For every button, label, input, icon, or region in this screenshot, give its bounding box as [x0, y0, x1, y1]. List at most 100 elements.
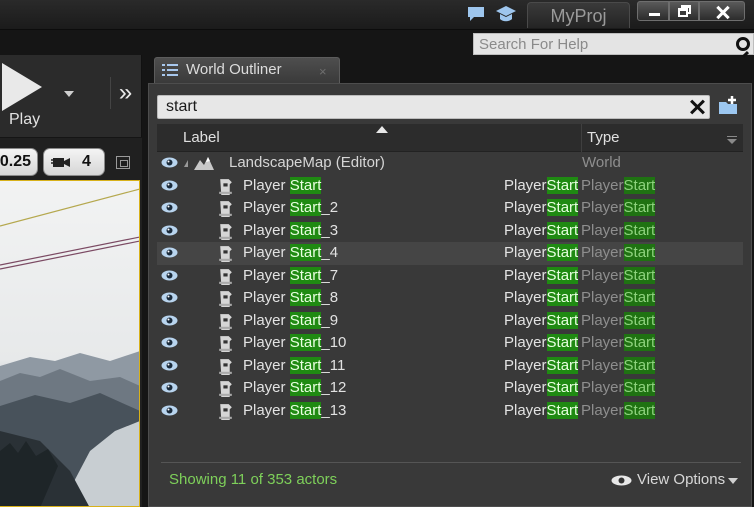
column-menu-icon[interactable] [727, 136, 737, 144]
actor-label-prefix: Player [243, 266, 290, 284]
visibility-eye-icon[interactable] [161, 315, 178, 326]
type-column-header[interactable]: Type [587, 129, 620, 146]
type-match-highlight: Start [546, 401, 579, 419]
actor-label-suffix: _9 [321, 311, 339, 329]
player-start-icon [219, 336, 232, 352]
actor-type: PlayerStart [504, 221, 579, 239]
class-prefix: Player [581, 221, 624, 239]
outliner-search-input[interactable] [166, 98, 666, 116]
play-options-dropdown[interactable] [64, 91, 74, 97]
actor-label: Player Start_10 [243, 334, 346, 351]
camera-icon [51, 158, 70, 167]
type-prefix: Player [504, 356, 547, 374]
minimize-button[interactable] [637, 1, 669, 21]
search-match-highlight: Start [289, 221, 322, 239]
help-search-input[interactable] [479, 35, 719, 53]
sort-ascending-icon[interactable] [376, 126, 388, 133]
camera-speed-button[interactable]: 4 [43, 148, 105, 176]
close-button[interactable] [699, 1, 745, 21]
table-row[interactable]: Player Start_9 PlayerStart PlayerStart [157, 310, 743, 333]
visibility-eye-icon[interactable] [161, 270, 178, 281]
actor-label-suffix: _10 [321, 334, 347, 351]
tab-world-outliner[interactable]: World Outliner × [154, 57, 340, 83]
scale-snap-button[interactable]: 0.25 [0, 148, 38, 176]
type-prefix: Player [504, 379, 547, 396]
tree-row-world[interactable]: LandscapeMap (Editor) World [157, 152, 743, 175]
create-folder-icon[interactable] [717, 96, 739, 116]
visibility-eye-icon[interactable] [161, 360, 178, 371]
actor-label: Player Start_12 [243, 379, 346, 396]
world-type: World [582, 154, 621, 171]
type-match-highlight: Start [546, 334, 579, 351]
world-label: LandscapeMap (Editor) [229, 154, 385, 171]
maximize-viewport-icon[interactable] [116, 156, 130, 169]
level-viewport[interactable]: 0.25 4 [0, 138, 142, 507]
type-match-highlight: Start [546, 356, 579, 374]
type-match-highlight: Start [546, 176, 579, 194]
player-start-icon [219, 291, 232, 307]
visibility-eye-icon[interactable] [161, 292, 178, 303]
type-match-highlight: Start [546, 289, 579, 306]
graduation-cap-icon[interactable] [495, 4, 517, 24]
table-row[interactable]: Player Start_13 PlayerStart PlayerStart [157, 400, 743, 423]
table-row[interactable]: Player Start_11 PlayerStart PlayerStart [157, 355, 743, 378]
player-start-icon [219, 178, 232, 195]
table-row[interactable]: Player Start_10 PlayerStart PlayerStart [157, 332, 743, 355]
table-row[interactable]: Player Start_2 PlayerStart PlayerStart [157, 197, 743, 220]
visibility-eye-icon[interactable] [161, 157, 178, 168]
actor-type: PlayerStart [504, 176, 579, 194]
clear-search-icon[interactable] [690, 100, 704, 114]
world-outliner-panel: Label Type LandscapeMap (Editor) World P… [148, 83, 752, 507]
actor-label-prefix: Player [243, 379, 290, 396]
maximize-button[interactable] [669, 1, 699, 21]
actor-class: PlayerStart [581, 401, 656, 419]
play-label: Play [9, 111, 41, 128]
toolbar-overflow-button[interactable]: » [110, 77, 140, 109]
view-options-button[interactable]: View Options [611, 470, 741, 490]
actor-label-prefix: Player [243, 199, 290, 216]
visibility-eye-icon[interactable] [161, 180, 178, 191]
search-icon[interactable] [736, 37, 750, 51]
column-header: Label Type [157, 124, 743, 152]
visibility-eye-icon[interactable] [161, 337, 178, 348]
player-start-icon [219, 246, 232, 262]
class-prefix: Player [581, 199, 624, 216]
expand-arrow-icon[interactable] [184, 160, 188, 167]
class-prefix: Player [581, 334, 624, 351]
table-row[interactable]: Player Start_7 PlayerStart PlayerStart [157, 265, 743, 288]
column-divider[interactable] [581, 124, 582, 152]
outliner-search-box [157, 95, 710, 119]
play-icon [2, 63, 42, 111]
footer-divider [161, 462, 741, 463]
label-column-header[interactable]: Label [183, 129, 220, 146]
search-match-highlight: Start [289, 244, 322, 261]
project-tab[interactable]: MyProj [527, 2, 630, 28]
class-match-highlight: Start [623, 266, 656, 284]
table-row[interactable]: Player Start PlayerStart PlayerStart [157, 175, 743, 198]
actor-label: Player Start_3 [243, 221, 338, 239]
class-prefix: Player [581, 176, 624, 194]
help-search-box [473, 33, 754, 55]
type-match-highlight: Start [546, 379, 579, 396]
actor-count-status: Showing 11 of 353 actors [169, 471, 338, 488]
tab-close-icon[interactable]: × [319, 64, 327, 79]
table-row[interactable]: Player Start_3 PlayerStart PlayerStart [157, 220, 743, 243]
visibility-eye-icon[interactable] [161, 202, 178, 213]
class-match-highlight: Start [623, 221, 656, 239]
table-row[interactable]: Player Start_12 PlayerStart PlayerStart [157, 377, 743, 400]
visibility-eye-icon[interactable] [161, 405, 178, 416]
viewport-scene[interactable] [0, 180, 140, 507]
visibility-eye-icon[interactable] [161, 382, 178, 393]
search-match-highlight: Start [289, 199, 322, 216]
notification-icon[interactable] [467, 6, 485, 22]
player-start-icon [219, 201, 232, 217]
visibility-eye-icon[interactable] [161, 225, 178, 236]
type-prefix: Player [504, 311, 547, 329]
table-row[interactable]: Player Start_4 PlayerStart PlayerStart [157, 242, 743, 265]
actor-label: Player Start_2 [243, 199, 338, 216]
search-match-highlight: Start [289, 356, 322, 374]
table-row[interactable]: Player Start_8 PlayerStart PlayerStart [157, 287, 743, 310]
actor-label: Player Start_13 [243, 401, 346, 419]
visibility-eye-icon[interactable] [161, 247, 178, 258]
play-button[interactable]: Play [0, 57, 52, 133]
